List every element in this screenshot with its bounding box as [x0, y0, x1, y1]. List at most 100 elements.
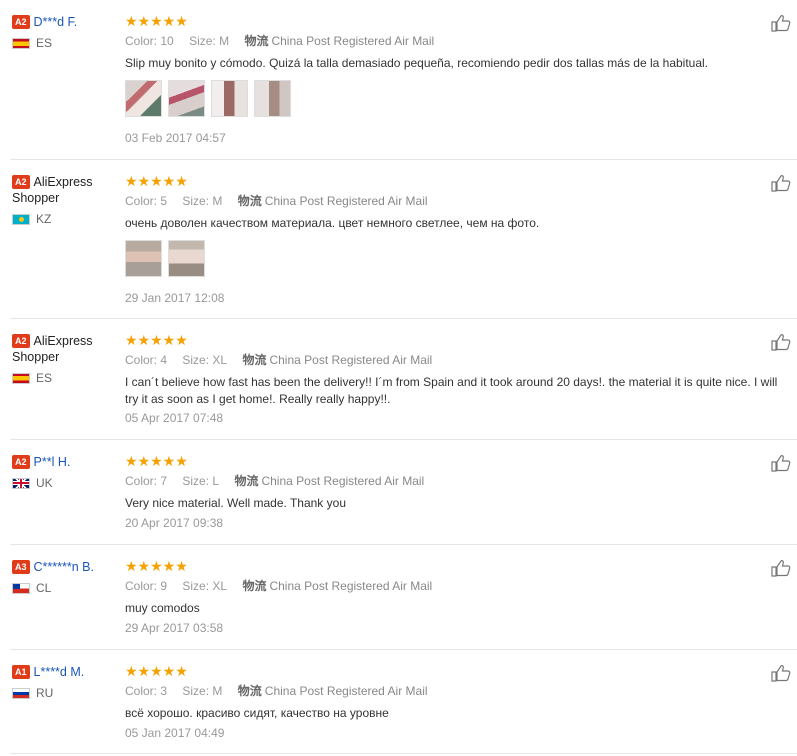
reviewer-name[interactable]: P**l H.: [34, 455, 71, 469]
size-value: XL: [212, 579, 228, 593]
star-rating: ★★★★★: [125, 663, 188, 679]
color-value: 3: [160, 684, 168, 698]
size-value: M: [219, 34, 230, 48]
buyer-level-badge: A2: [12, 455, 30, 469]
color-value: 9: [160, 579, 168, 593]
size-value: XL: [212, 353, 228, 367]
review-date: 29 Apr 2017 03:58: [125, 621, 224, 635]
thumbs-up-icon[interactable]: [771, 14, 791, 32]
buyer-level-badge: A2: [12, 334, 30, 348]
color-label: Color:: [125, 579, 158, 593]
order-attributes: Color: 3 Size: M 物流 China Post Registered…: [125, 683, 785, 699]
review-item: A1 L****d M. RU ★★★★★ Color: 3 Size: M 物流…: [0, 650, 797, 754]
review-item: A2 AliExpress Shopper KZ ★★★★★ Color: 5 S…: [0, 160, 797, 319]
star-rating: ★★★★★: [125, 558, 188, 574]
reviewer-name[interactable]: D***d F.: [34, 15, 78, 29]
review-photos: [125, 80, 785, 118]
buyer-level-badge: A2: [12, 15, 30, 29]
order-attributes: Color: 10 Size: M 物流 China Post Registere…: [125, 33, 785, 49]
reviewer-info: A2 AliExpress Shopper ES: [12, 333, 120, 385]
flag-cl-icon: [12, 582, 30, 594]
review-item: A2 AliExpress Shopper ES ★★★★★ Color: 4 S…: [0, 319, 797, 440]
review-photo-thumbnail[interactable]: [125, 240, 162, 277]
reviewer-country: UK: [12, 476, 120, 490]
review-text: I can´t believe how fast has been the de…: [125, 375, 778, 406]
buyer-level-badge: A1: [12, 665, 30, 679]
country-code: UK: [36, 476, 53, 490]
shipping-label: 物流: [242, 579, 267, 593]
review-date: 05 Jan 2017 04:49: [125, 726, 225, 740]
flag-kz-icon: [12, 213, 30, 225]
review-photo-thumbnail[interactable]: [125, 80, 162, 117]
reviewer-info: A2 D***d F. ES: [12, 14, 120, 50]
color-label: Color:: [125, 684, 158, 698]
shipping-label: 物流: [237, 194, 262, 208]
shipping-label: 物流: [234, 474, 259, 488]
size-label: Size:: [182, 684, 210, 698]
review-photo-thumbnail[interactable]: [211, 80, 248, 117]
review-item: A2 D***d F. ES ★★★★★ Color: 10 Size: M 物流…: [0, 0, 797, 160]
shipping-method: China Post Registered Air Mail: [271, 34, 435, 48]
shipping-label: 物流: [237, 684, 262, 698]
country-code: CL: [36, 581, 52, 595]
country-code: ES: [36, 36, 53, 50]
review-list: A2 D***d F. ES ★★★★★ Color: 10 Size: M 物流…: [0, 0, 797, 756]
country-code: RU: [36, 686, 54, 700]
thumbs-up-icon[interactable]: [771, 664, 791, 682]
review-date: 05 Apr 2017 07:48: [125, 411, 224, 425]
size-value: M: [212, 684, 223, 698]
order-attributes: Color: 9 Size: XL 物流 China Post Registere…: [125, 578, 785, 594]
flag-es-icon: [12, 37, 30, 49]
order-attributes: Color: 7 Size: L 物流 China Post Registered…: [125, 473, 785, 489]
review-photos: [125, 240, 785, 278]
size-label: Size:: [182, 579, 210, 593]
review-date: 03 Feb 2017 04:57: [125, 131, 226, 145]
review-text: Very nice material. Well made. Thank you: [125, 496, 346, 510]
shipping-label: 物流: [242, 353, 267, 367]
thumbs-up-icon[interactable]: [771, 333, 791, 351]
color-label: Color:: [125, 353, 158, 367]
size-label: Size:: [182, 353, 210, 367]
size-value: M: [212, 194, 223, 208]
color-value: 4: [160, 353, 168, 367]
review-date: 20 Apr 2017 09:38: [125, 516, 224, 530]
color-value: 10: [160, 34, 174, 48]
reviewer-country: CL: [12, 581, 120, 595]
flag-uk-icon: [12, 477, 30, 489]
review-date: 29 Jan 2017 12:08: [125, 291, 225, 305]
color-value: 7: [160, 474, 168, 488]
thumbs-up-icon[interactable]: [771, 174, 791, 192]
star-rating: ★★★★★: [125, 453, 188, 469]
color-label: Color:: [125, 194, 158, 208]
review-photo-thumbnail[interactable]: [168, 240, 205, 277]
shipping-method: China Post Registered Air Mail: [264, 684, 428, 698]
size-label: Size:: [182, 474, 210, 488]
star-rating: ★★★★★: [125, 332, 188, 348]
reviewer-country: RU: [12, 686, 120, 700]
review-text: Slip muy bonito y cómodo. Quizá la talla…: [125, 56, 709, 70]
review-item: A3 C******n B. CL ★★★★★ Color: 9 Size: XL…: [0, 545, 797, 650]
buyer-level-badge: A2: [12, 175, 30, 189]
order-attributes: Color: 4 Size: XL 物流 China Post Registere…: [125, 352, 785, 368]
order-attributes: Color: 5 Size: M 物流 China Post Registered…: [125, 193, 785, 209]
color-label: Color:: [125, 34, 158, 48]
reviewer-info: A3 C******n B. CL: [12, 559, 120, 595]
reviewer-info: A1 L****d M. RU: [12, 664, 120, 700]
review-photo-thumbnail[interactable]: [254, 80, 291, 117]
star-rating: ★★★★★: [125, 173, 188, 189]
shipping-method: China Post Registered Air Mail: [269, 579, 433, 593]
color-label: Color:: [125, 474, 158, 488]
size-value: L: [212, 474, 220, 488]
shipping-label: 物流: [244, 34, 269, 48]
review-text: очень доволен качеством материала. цвет …: [125, 216, 540, 230]
review-photo-thumbnail[interactable]: [168, 80, 205, 117]
thumbs-up-icon[interactable]: [771, 454, 791, 472]
reviewer-info: A2 AliExpress Shopper KZ: [12, 174, 120, 226]
shipping-method: China Post Registered Air Mail: [264, 194, 428, 208]
flag-es-icon: [12, 372, 30, 384]
thumbs-up-icon[interactable]: [771, 559, 791, 577]
shipping-method: China Post Registered Air Mail: [261, 474, 425, 488]
reviewer-name[interactable]: L****d M.: [34, 665, 85, 679]
reviewer-name[interactable]: C******n B.: [34, 560, 94, 574]
size-label: Size:: [189, 34, 216, 48]
